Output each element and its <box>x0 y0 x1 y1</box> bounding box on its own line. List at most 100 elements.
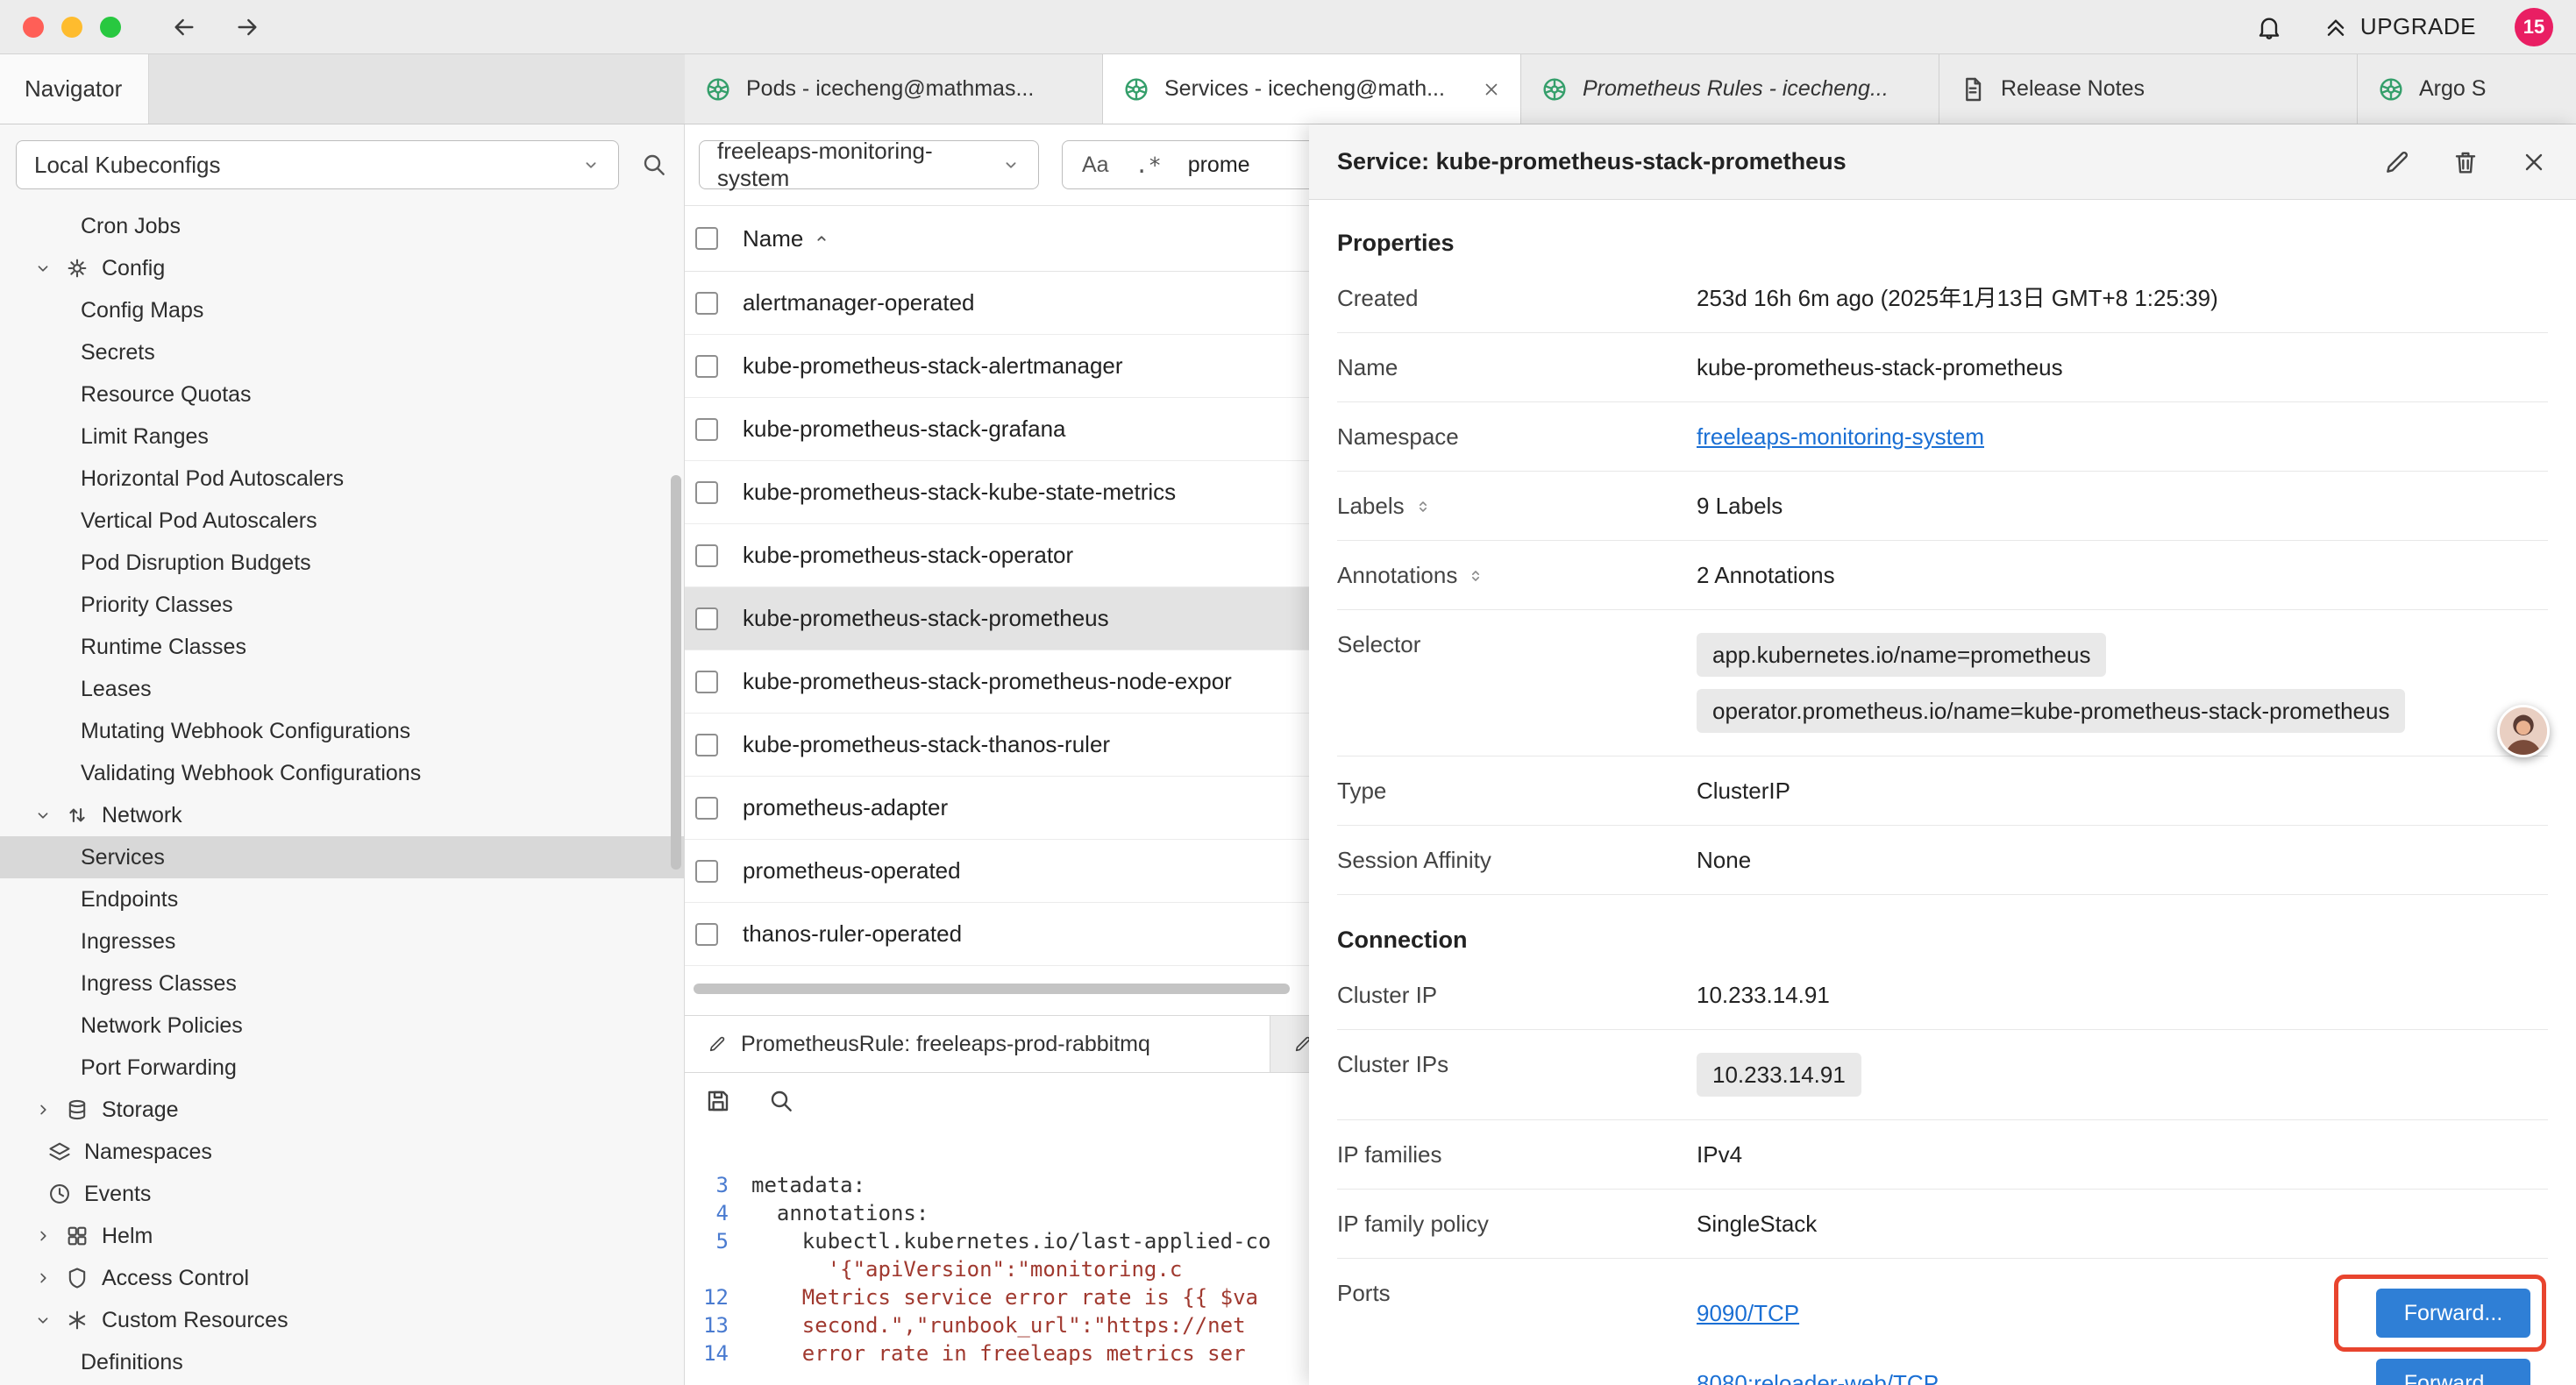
tab-release-notes[interactable]: Release Notes <box>1939 54 2358 124</box>
sidebar-item-storage[interactable]: Storage <box>0 1089 684 1131</box>
chevron-down-icon <box>581 155 601 174</box>
port-row: 9090/TCP Forward... <box>1697 1278 2548 1348</box>
window-close-button[interactable] <box>23 17 44 38</box>
row-checkbox[interactable] <box>695 418 718 441</box>
back-icon[interactable] <box>170 13 198 41</box>
sidebar-item-validating-webhook-configurations[interactable]: Validating Webhook Configurations <box>0 752 684 794</box>
row-checkbox[interactable] <box>695 797 718 820</box>
chevron-down-icon[interactable] <box>33 259 53 278</box>
sidebar-item-port-forwarding[interactable]: Port Forwarding <box>0 1047 684 1089</box>
row-checkbox[interactable] <box>695 544 718 567</box>
navigator-panel-tab[interactable]: Navigator <box>0 54 149 124</box>
sidebar-item-horizontal-pod-autoscalers[interactable]: Horizontal Pod Autoscalers <box>0 458 684 500</box>
service-name: prometheus-adapter <box>743 794 948 821</box>
editor-tab-prometheusrule[interactable]: PrometheusRule: freeleaps-prod-rabbitmq <box>685 1016 1270 1072</box>
detail-row-cluster-ips: Cluster IPs10.233.14.91 <box>1337 1030 2548 1120</box>
window-zoom-button[interactable] <box>100 17 121 38</box>
namespace-filter[interactable]: freeleaps-monitoring-system <box>699 140 1039 189</box>
events-icon <box>47 1182 72 1206</box>
chevron-down-icon[interactable] <box>33 806 53 825</box>
detail-value: app.kubernetes.io/name=prometheusoperato… <box>1697 629 2548 736</box>
edit-icon[interactable] <box>2383 148 2411 176</box>
save-icon[interactable] <box>704 1087 732 1115</box>
chevron-down-icon[interactable] <box>33 1310 53 1330</box>
close-icon[interactable] <box>2520 148 2548 176</box>
search-icon[interactable] <box>767 1087 795 1115</box>
column-header-name[interactable]: Name <box>743 225 831 252</box>
chevron-right-icon[interactable] <box>33 1268 53 1288</box>
row-checkbox[interactable] <box>695 860 718 883</box>
sidebar-item-custom-resources[interactable]: Custom Resources <box>0 1299 684 1341</box>
sidebar-item-ingresses[interactable]: Ingresses <box>0 920 684 962</box>
sidebar-item-config-maps[interactable]: Config Maps <box>0 289 684 331</box>
select-all-checkbox[interactable] <box>695 227 718 250</box>
sidebar-item-access-control[interactable]: Access Control <box>0 1257 684 1299</box>
sidebar-item-priority-classes[interactable]: Priority Classes <box>0 584 684 626</box>
sidebar-item-runtime-classes[interactable]: Runtime Classes <box>0 626 684 668</box>
sidebar-item-secrets[interactable]: Secrets <box>0 331 684 373</box>
forward-icon[interactable] <box>233 13 261 41</box>
sort-icon[interactable] <box>1466 566 1485 586</box>
forward-button-wrap: Forward... <box>2376 1359 2530 1385</box>
sidebar-item-definitions[interactable]: Definitions <box>0 1341 684 1383</box>
sidebar-item-network[interactable]: Network <box>0 794 684 836</box>
sidebar-item-network-policies[interactable]: Network Policies <box>0 1005 684 1047</box>
row-checkbox[interactable] <box>695 607 718 630</box>
tab-pods-icecheng-mathmas[interactable]: Pods - icecheng@mathmas... <box>685 54 1103 124</box>
navigator-sidebar: Local Kubeconfigs Cron JobsConfigConfig … <box>0 124 685 1385</box>
sidebar-item-mutating-webhook-configurations[interactable]: Mutating Webhook Configurations <box>0 710 684 752</box>
row-checkbox[interactable] <box>695 292 718 315</box>
forward-button[interactable]: Forward... <box>2376 1289 2530 1338</box>
row-checkbox[interactable] <box>695 481 718 504</box>
sidebar-item-endpoints[interactable]: Endpoints <box>0 878 684 920</box>
drawer-body: PropertiesCreated253d 16h 6m ago (2025年1… <box>1309 200 2576 1385</box>
sidebar-item-helm[interactable]: Helm <box>0 1215 684 1257</box>
tab-argo-s[interactable]: Argo S <box>2358 54 2576 124</box>
tab-services-icecheng-math[interactable]: Services - icecheng@math... <box>1103 54 1521 124</box>
sidebar-item-config[interactable]: Config <box>0 247 684 289</box>
regex-toggle[interactable]: .* <box>1135 153 1162 178</box>
namespace-link[interactable]: freeleaps-monitoring-system <box>1697 423 1984 450</box>
sidebar-item-ingress-classes[interactable]: Ingress Classes <box>0 962 684 1005</box>
detail-row-created: Created253d 16h 6m ago (2025年1月13日 GMT+8… <box>1337 264 2548 333</box>
row-checkbox[interactable] <box>695 734 718 756</box>
tab-prometheus-rules-icecheng[interactable]: Prometheus Rules - icecheng... <box>1521 54 1939 124</box>
horizontal-scrollbar[interactable] <box>694 984 1290 994</box>
sidebar-item-vertical-pod-autoscalers[interactable]: Vertical Pod Autoscalers <box>0 500 684 542</box>
row-checkbox[interactable] <box>695 671 718 693</box>
close-icon[interactable] <box>1482 80 1501 99</box>
sidebar-item-cron-jobs[interactable]: Cron Jobs <box>0 205 684 247</box>
row-checkbox[interactable] <box>695 923 718 946</box>
sidebar-item-label: Services <box>81 845 165 870</box>
bell-icon[interactable] <box>2255 13 2283 41</box>
drawer-title: Service: kube-prometheus-stack-prometheu… <box>1337 148 1847 175</box>
detail-label: Created <box>1337 283 1697 312</box>
chevron-right-icon[interactable] <box>33 1100 53 1119</box>
sidebar-item-limit-ranges[interactable]: Limit Ranges <box>0 416 684 458</box>
sort-icon[interactable] <box>1413 497 1433 516</box>
notification-badge[interactable]: 15 <box>2515 8 2553 46</box>
service-name: kube-prometheus-stack-prometheus-node-ex… <box>743 668 1232 695</box>
port-link[interactable]: 9090/TCP <box>1697 1298 1799 1328</box>
forward-button[interactable]: Forward... <box>2376 1359 2530 1385</box>
access-control-icon <box>65 1266 89 1290</box>
kubeconfig-selector[interactable]: Local Kubeconfigs <box>16 140 619 189</box>
window-minimize-button[interactable] <box>61 17 82 38</box>
assistant-avatar[interactable] <box>2497 705 2550 757</box>
chevron-right-icon[interactable] <box>33 1226 53 1246</box>
sidebar-item-pod-disruption-budgets[interactable]: Pod Disruption Budgets <box>0 542 684 584</box>
match-case-toggle[interactable]: Aa <box>1082 153 1109 178</box>
sidebar-item-namespaces[interactable]: Namespaces <box>0 1131 684 1173</box>
sidebar-scrollbar[interactable] <box>671 475 681 870</box>
delete-icon[interactable] <box>2451 148 2480 176</box>
sidebar-item-services[interactable]: Services <box>0 836 684 878</box>
row-checkbox[interactable] <box>695 355 718 378</box>
kubernetes-icon <box>1541 75 1569 103</box>
sidebar-item-resource-quotas[interactable]: Resource Quotas <box>0 373 684 416</box>
upgrade-button[interactable]: UPGRADE <box>2322 13 2476 41</box>
sidebar-item-events[interactable]: Events <box>0 1173 684 1215</box>
value-chip: 10.233.14.91 <box>1697 1053 1861 1097</box>
sidebar-item-leases[interactable]: Leases <box>0 668 684 710</box>
port-link[interactable]: 8080:reloader-web/TCP <box>1697 1368 1939 1385</box>
search-icon[interactable] <box>640 151 668 179</box>
